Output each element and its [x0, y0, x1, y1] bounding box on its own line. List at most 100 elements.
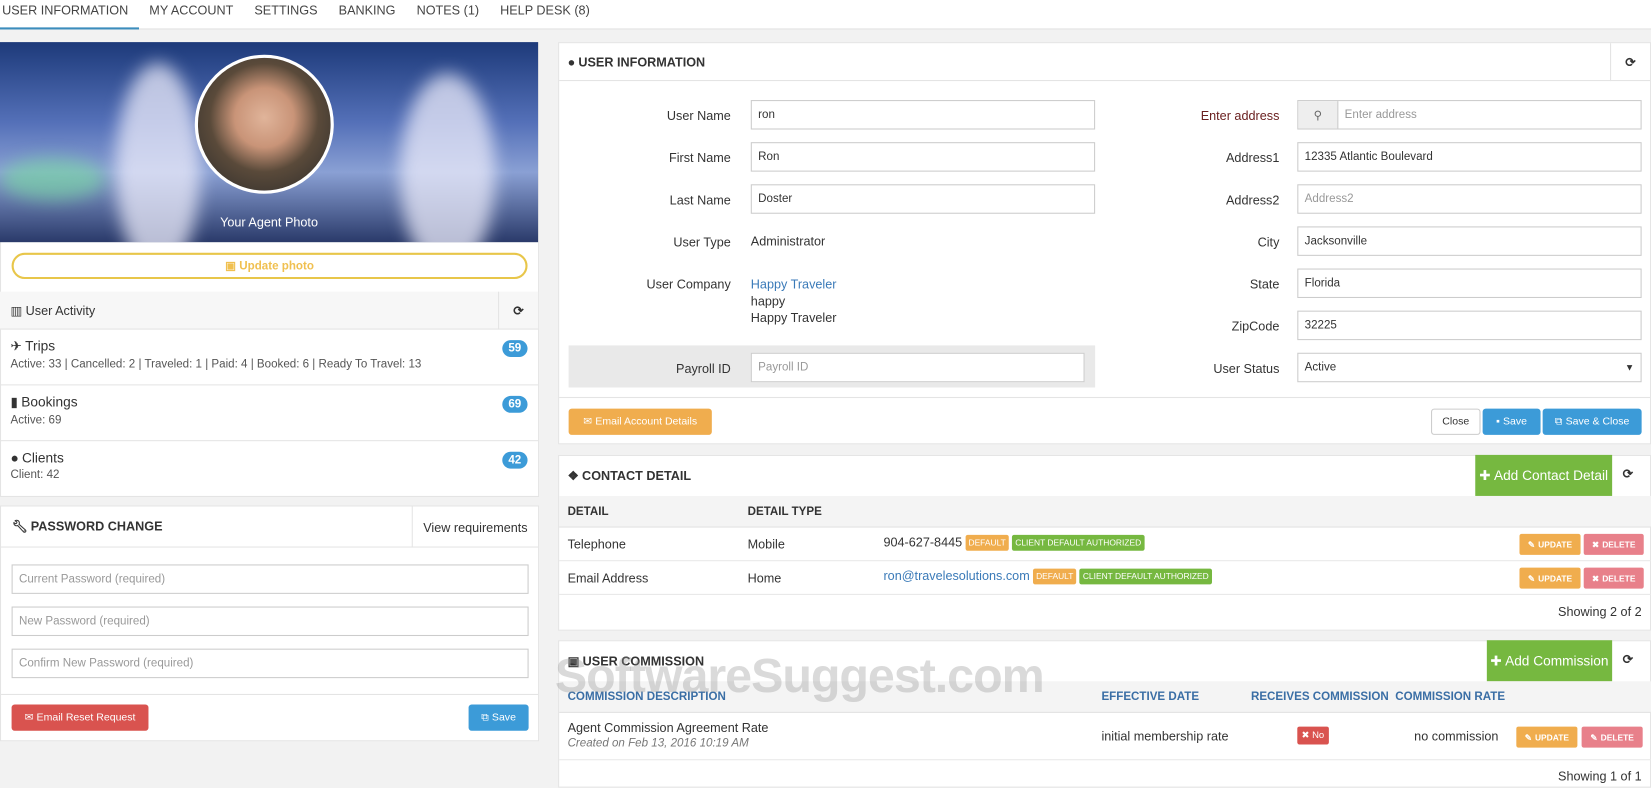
tab-banking[interactable]: BANKING	[328, 0, 406, 29]
user-information-panel: ● USER INFORMATION ⟳ User Name ron First …	[558, 42, 1651, 445]
update-label: UPDATE	[1538, 573, 1573, 583]
user-company-link[interactable]: Happy Traveler	[751, 277, 837, 292]
plane-icon: ✈	[10, 338, 23, 354]
save-button[interactable]: ▪ Save	[1482, 408, 1541, 435]
close-button[interactable]: Close	[1431, 408, 1481, 435]
user-company-label: User Company	[646, 276, 731, 292]
update-label: UPDATE	[1534, 732, 1569, 742]
password-save-button[interactable]: ⧉ Save	[468, 704, 529, 731]
receives-commission-header: RECEIVES COMMISSION	[1250, 690, 1389, 704]
password-save-label: Save	[491, 711, 516, 724]
refresh-icon[interactable]: ⟳	[1610, 43, 1650, 82]
contact-detail-panel: ❖ CONTACT DETAIL ✚ Add Contact Detail ⟳ DE…	[558, 454, 1651, 631]
bookings-label: Bookings	[21, 393, 78, 410]
delete-button[interactable]: ✖ DELETE	[1583, 567, 1644, 589]
dropdown-arrow-icon: ▼	[1624, 362, 1635, 373]
tab-settings[interactable]: SETTINGS	[244, 0, 328, 29]
delete-button[interactable]: ✎ DELETE	[1581, 726, 1643, 748]
edit-icon: ✎	[1524, 732, 1532, 742]
contact-email-link[interactable]: ron@travelesolutions.com	[883, 569, 1029, 584]
first-name-input[interactable]: Ron	[750, 142, 1096, 172]
commission-description-cell: Agent Commission Agreement Rate	[567, 720, 769, 735]
city-input[interactable]: Jacksonville	[1297, 226, 1642, 256]
state-input[interactable]: Florida	[1297, 268, 1642, 298]
wrench-icon: 🔧︎	[11, 519, 28, 534]
agent-photo-caption: Your Agent Photo	[220, 214, 318, 230]
close-icon: ✖	[1591, 573, 1600, 583]
contact-detail-title: CONTACT DETAIL	[582, 468, 692, 483]
username-input[interactable]: ron	[750, 100, 1096, 130]
enter-address-input[interactable]: ⚲ Enter address	[1297, 100, 1642, 130]
user-commission-panel: ▣ USER COMMISSION ✚ Add Commission ⟳ COMMI…	[558, 640, 1651, 788]
refresh-icon[interactable]: ⟳	[1623, 652, 1634, 667]
user-activity-title: User Activity	[25, 302, 96, 318]
refresh-icon[interactable]: ⟳	[1623, 466, 1634, 481]
update-photo-button[interactable]: ▣ Update photo	[11, 252, 528, 280]
address2-placeholder: Address2	[1304, 192, 1354, 206]
effective-date-header: EFFECTIVE DATE	[1101, 690, 1200, 704]
save-icon: ⧉	[1554, 415, 1563, 428]
add-contact-label: Add Contact Detail	[1493, 467, 1609, 484]
save-label: Save	[1503, 415, 1528, 428]
envelope-icon: ✉	[24, 711, 34, 724]
add-commission-label: Add Commission	[1505, 652, 1609, 669]
new-password-placeholder: New Password (required)	[18, 614, 150, 628]
address2-label: Address2	[1226, 192, 1280, 208]
current-password-input[interactable]: Current Password (required)	[11, 564, 529, 594]
bookings-count-badge: 69	[502, 395, 528, 413]
add-contact-detail-button[interactable]: ✚ Add Contact Detail	[1475, 454, 1613, 496]
enter-address-placeholder: Enter address	[1344, 108, 1417, 122]
update-photo-label: Update photo	[239, 259, 314, 273]
address2-input[interactable]: Address2	[1297, 184, 1642, 214]
client-default-authorized-tag: CLIENT DEFAULT AUTHORIZED	[1079, 568, 1212, 585]
confirm-password-input[interactable]: Confirm New Password (required)	[11, 648, 529, 679]
user-status-label: User Status	[1213, 361, 1280, 376]
refresh-icon[interactable]: ⟳	[498, 291, 538, 330]
contact-value: 904-627-8445	[883, 534, 963, 550]
tab-my-account[interactable]: MY ACCOUNT	[139, 0, 244, 29]
password-change-panel: 🔧︎ PASSWORD CHANGE View requirements Curr…	[0, 505, 540, 742]
money-icon: ▣	[567, 653, 580, 669]
tab-user-information[interactable]: USER INFORMATION	[0, 0, 139, 30]
default-tag: DEFAULT	[1032, 568, 1077, 585]
update-button[interactable]: ✎ UPDATE	[1519, 533, 1581, 555]
bar-chart-icon: ▥	[10, 302, 23, 318]
zipcode-input[interactable]: 32225	[1297, 310, 1642, 341]
activity-bookings[interactable]: ▮ Bookings Active: 69 69	[0, 385, 539, 442]
update-label: UPDATE	[1538, 539, 1573, 550]
view-requirements-link[interactable]: View requirements	[411, 506, 538, 548]
close-icon: ✖	[1591, 539, 1600, 550]
update-button[interactable]: ✎ UPDATE	[1516, 726, 1578, 748]
table-row: Agent Commission Agreement Rate Created …	[559, 714, 1651, 761]
activity-trips[interactable]: ✈ Trips Active: 33 | Cancelled: 2 | Travel…	[0, 330, 539, 386]
email-reset-request-button[interactable]: ✉ Email Reset Request	[11, 704, 149, 731]
default-tag: DEFAULT	[965, 535, 1009, 552]
payroll-id-label: Payroll ID	[676, 361, 731, 376]
trips-label: Trips	[25, 338, 56, 354]
enter-address-label: Enter address	[1200, 108, 1280, 124]
email-reset-label: Email Reset Request	[36, 711, 136, 724]
add-commission-button[interactable]: ✚ Add Commission	[1486, 640, 1613, 682]
top-tabs: USER INFORMATION MY ACCOUNT SETTINGS BAN…	[0, 0, 1651, 30]
activity-clients[interactable]: ● Clients Client: 42 42	[0, 441, 539, 498]
user-activity-header: ▥ User Activity ⟳	[0, 291, 539, 330]
user-activity: ▥ User Activity ⟳	[0, 291, 539, 330]
detail-type-cell: Home	[747, 570, 782, 586]
tab-notes[interactable]: NOTES (1)	[406, 0, 490, 29]
commission-showing-count: Showing 1 of 1	[1558, 768, 1642, 784]
delete-label: DELETE	[1600, 732, 1634, 742]
delete-button[interactable]: ✖ DELETE	[1583, 533, 1644, 555]
email-account-details-button[interactable]: ✉ Email Account Details	[568, 408, 712, 435]
payroll-id-input[interactable]: Payroll ID	[750, 352, 1085, 383]
address1-input[interactable]: 12335 Atlantic Boulevard	[1297, 142, 1642, 172]
update-button[interactable]: ✎ UPDATE	[1519, 567, 1581, 589]
image-icon: ▣	[225, 260, 237, 273]
tab-help-desk[interactable]: HELP DESK (8)	[490, 0, 601, 29]
user-icon: ●	[567, 54, 576, 69]
paw-icon: ❖	[567, 468, 579, 483]
save-and-close-button[interactable]: ⧉ Save & Close	[1542, 408, 1642, 435]
city-label: City	[1257, 234, 1280, 250]
new-password-input[interactable]: New Password (required)	[11, 606, 529, 637]
user-status-select[interactable]: Active ▼	[1297, 352, 1642, 383]
last-name-input[interactable]: Doster	[750, 184, 1096, 214]
